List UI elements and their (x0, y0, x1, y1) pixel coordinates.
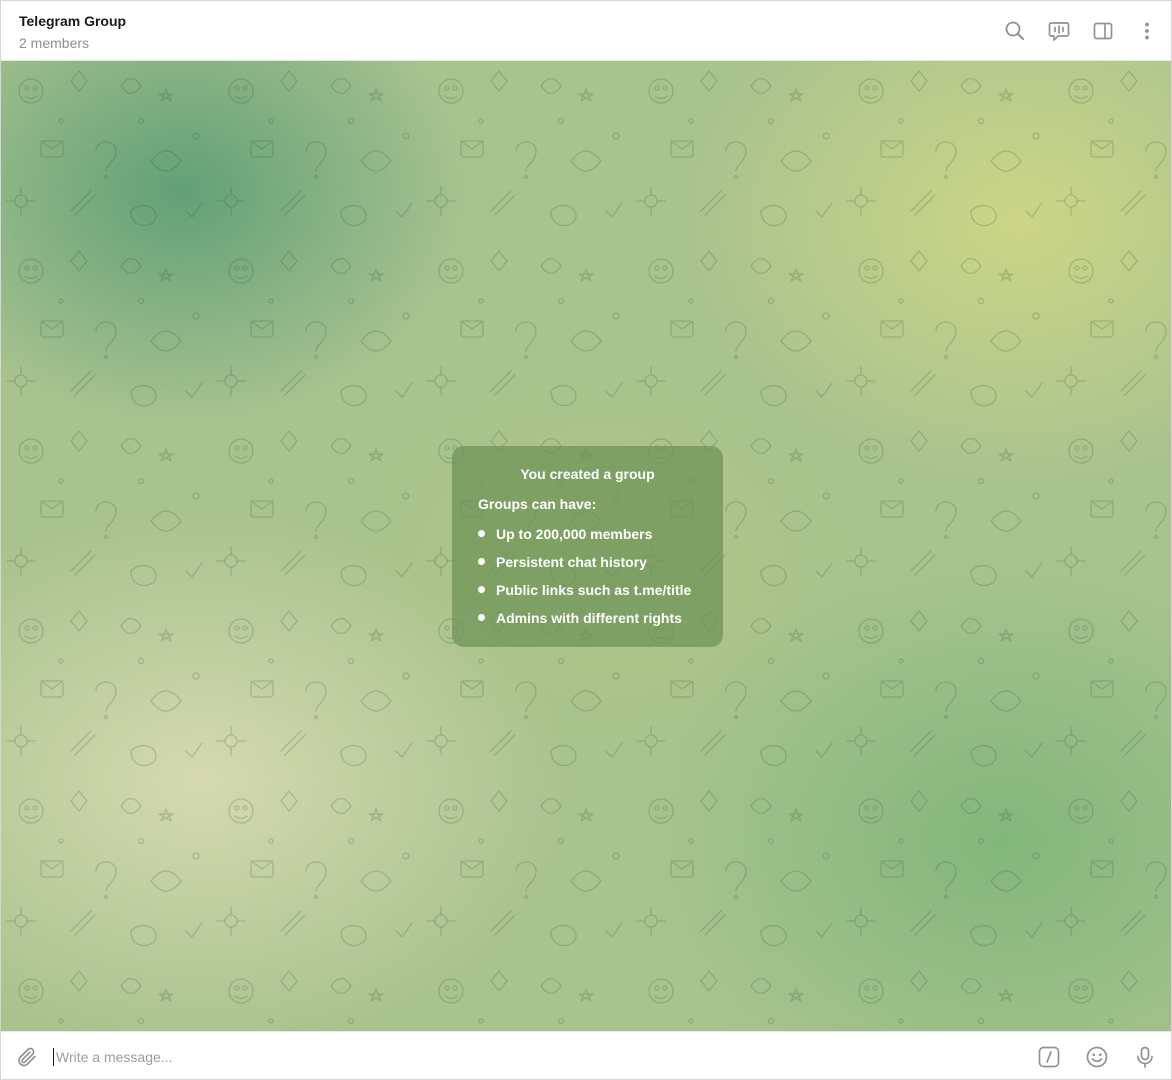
feature-text: Admins with different rights (496, 610, 682, 626)
list-item: Persistent chat history (478, 552, 701, 572)
list-item: Up to 200,000 members (478, 524, 701, 544)
voice-record-button[interactable] (1121, 1032, 1169, 1080)
chat-title: Telegram Group (19, 12, 127, 29)
paperclip-icon (18, 1047, 36, 1066)
group-created-service-message: You created a group Groups can have: Up … (452, 446, 723, 647)
bot-commands-button[interactable] (1025, 1032, 1073, 1080)
chat-title-block[interactable]: Telegram Group 2 members (19, 10, 126, 52)
voice-chat-button[interactable] (1037, 9, 1081, 53)
bullet-dot (478, 530, 485, 537)
sidebar-toggle-icon (1093, 22, 1113, 39)
service-title: You created a group (520, 466, 655, 482)
chat-background: You created a group Groups can have: Up … (1, 61, 1171, 1031)
search-icon (1005, 21, 1024, 40)
bullet-dot (478, 614, 485, 621)
service-intro: Groups can have: (478, 496, 597, 512)
search-button[interactable] (993, 9, 1037, 53)
more-options-button[interactable] (1125, 9, 1169, 53)
message-input[interactable] (53, 1047, 1025, 1066)
member-count: 2 members (19, 34, 90, 51)
voice-chat-icon (1048, 21, 1070, 41)
header-actions (993, 1, 1171, 61)
attach-button[interactable] (1, 1032, 53, 1080)
bot-commands-icon (1038, 1046, 1060, 1067)
composer-actions (1025, 1032, 1171, 1080)
list-item: Admins with different rights (478, 608, 701, 628)
list-item: Public links such as t.me/title (478, 580, 701, 600)
feature-list: Up to 200,000 members Persistent chat hi… (478, 524, 701, 628)
bullet-dot (478, 558, 485, 565)
message-composer (1, 1031, 1171, 1080)
emoji-icon (1086, 1046, 1108, 1067)
sidebar-toggle-button[interactable] (1081, 9, 1125, 53)
chat-header: Telegram Group 2 members (1, 1, 1171, 61)
bullet-dot (478, 586, 485, 593)
microphone-icon (1137, 1046, 1153, 1068)
feature-text: Public links such as t.me/title (496, 582, 692, 598)
feature-text: Up to 200,000 members (496, 526, 653, 542)
emoji-button[interactable] (1073, 1032, 1121, 1080)
feature-text: Persistent chat history (496, 554, 647, 570)
telegram-chat-window: Telegram Group 2 members You created a g… (0, 0, 1172, 1080)
more-vertical-icon (1145, 22, 1149, 39)
